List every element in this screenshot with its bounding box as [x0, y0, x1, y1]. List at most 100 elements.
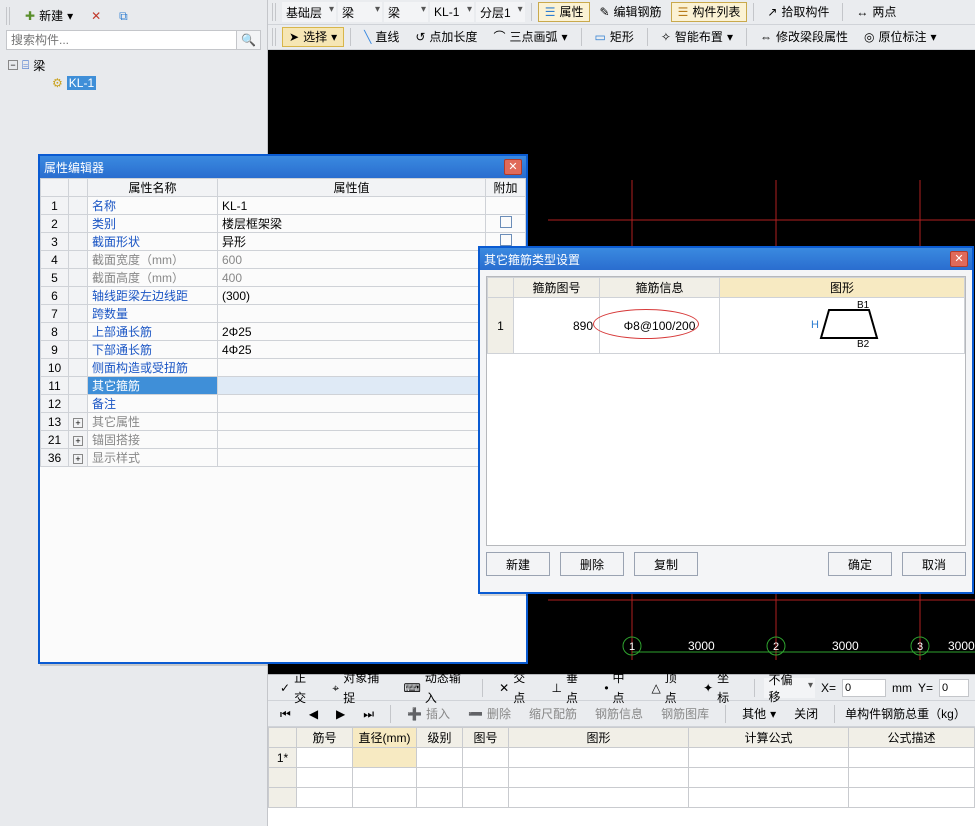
- sheet-row[interactable]: [269, 788, 975, 808]
- other-button[interactable]: 其他 ▾: [736, 704, 782, 724]
- col-formula[interactable]: 计算公式: [689, 728, 849, 748]
- stirrup-row[interactable]: 1 890 Φ8@100/200 H B1 B2: [488, 298, 965, 354]
- col-stirrup-shape[interactable]: 图形: [720, 278, 965, 298]
- rebar-lib-button[interactable]: 钢筋图库: [655, 704, 715, 724]
- member-combo[interactable]: KL-1: [430, 2, 474, 22]
- prop-value[interactable]: 2Φ25: [218, 323, 486, 341]
- two-point-button[interactable]: ↔两点: [849, 2, 903, 22]
- tree-expander[interactable]: −: [8, 60, 18, 70]
- prop-value[interactable]: [218, 359, 486, 377]
- prop-value[interactable]: KL-1: [218, 197, 486, 215]
- layer-combo[interactable]: 分层1: [476, 2, 525, 22]
- intersection-snap[interactable]: ✕交点: [493, 678, 539, 698]
- prop-value[interactable]: [218, 449, 486, 467]
- offset-combo[interactable]: 不偏移: [764, 678, 815, 698]
- nav-first[interactable]: ⏮: [274, 704, 297, 724]
- tree-root-label[interactable]: 梁: [33, 57, 45, 74]
- close-icon[interactable]: ✕: [950, 251, 968, 267]
- pick-member-button[interactable]: ↗拾取构件: [760, 2, 836, 22]
- prop-value[interactable]: 600: [218, 251, 486, 269]
- prop-value[interactable]: 异形: [218, 233, 486, 251]
- rebar-info-button[interactable]: 钢筋信息: [589, 704, 649, 724]
- y-input[interactable]: [939, 679, 969, 697]
- search-input[interactable]: [6, 30, 237, 50]
- dynamic-input-toggle[interactable]: ⌨动态输入: [398, 678, 473, 698]
- prop-value[interactable]: [218, 305, 486, 323]
- prop-row[interactable]: 21+锚固搭接: [41, 431, 526, 449]
- smart-layout-tool[interactable]: ✧智能布置 ▾: [654, 27, 740, 47]
- prop-row[interactable]: 7跨数量: [41, 305, 526, 323]
- category2-combo[interactable]: 梁: [384, 2, 428, 22]
- prop-row[interactable]: 9下部通长筋4Φ25: [41, 341, 526, 359]
- prop-row[interactable]: 4截面宽度（mm）600: [41, 251, 526, 269]
- prop-value[interactable]: [218, 413, 486, 431]
- tree-item-kl1[interactable]: KL-1: [67, 76, 96, 90]
- close-icon[interactable]: ✕: [504, 159, 522, 175]
- prop-value[interactable]: [218, 395, 486, 413]
- property-table[interactable]: 属性名称 属性值 附加 1名称KL-12类别楼层框架梁3截面形状异形4截面宽度（…: [40, 178, 526, 467]
- prop-row[interactable]: 1名称KL-1: [41, 197, 526, 215]
- prop-row[interactable]: 5截面高度（mm）400: [41, 269, 526, 287]
- delete-row-button[interactable]: ➖删除: [462, 704, 517, 724]
- property-editor-titlebar[interactable]: 属性编辑器 ✕: [40, 156, 526, 178]
- prop-row[interactable]: 2类别楼层框架梁: [41, 215, 526, 233]
- edit-span-button[interactable]: ⇔修改梁段属性: [753, 27, 855, 47]
- prop-row[interactable]: 6轴线距梁左边线距(300): [41, 287, 526, 305]
- sheet-row[interactable]: 1*: [269, 748, 975, 768]
- member-list-button[interactable]: ☰构件列表: [671, 2, 748, 22]
- prop-value[interactable]: [218, 431, 486, 449]
- col-grade[interactable]: 级别: [417, 728, 463, 748]
- prop-row[interactable]: 36+显示样式: [41, 449, 526, 467]
- properties-button[interactable]: ☰属性: [538, 2, 591, 22]
- x-input[interactable]: [842, 679, 886, 697]
- delete-button[interactable]: 删除: [560, 552, 624, 576]
- nav-next[interactable]: ▶: [330, 704, 351, 724]
- new-button[interactable]: 新建: [486, 552, 550, 576]
- prop-row[interactable]: 13+其它属性: [41, 413, 526, 431]
- floor-combo[interactable]: 基础层: [282, 2, 336, 22]
- origin-label-button[interactable]: ◎原位标注 ▾: [857, 27, 944, 47]
- expander-cell[interactable]: +: [69, 431, 88, 449]
- prop-row[interactable]: 3截面形状异形: [41, 233, 526, 251]
- prop-value[interactable]: [218, 377, 486, 395]
- expander-cell[interactable]: +: [69, 449, 88, 467]
- category1-combo[interactable]: 梁: [338, 2, 382, 22]
- copy-member-button[interactable]: ⧉: [112, 6, 135, 26]
- prop-value[interactable]: (300): [218, 287, 486, 305]
- stirrup-id-cell[interactable]: 890: [514, 298, 600, 354]
- orthogonal-toggle[interactable]: ✓正交: [274, 678, 320, 698]
- col-shapeid[interactable]: 图号: [463, 728, 509, 748]
- delete-member-button[interactable]: ✕: [84, 6, 108, 26]
- insert-row-button[interactable]: ➕插入: [401, 704, 456, 724]
- copy-button[interactable]: 复制: [634, 552, 698, 576]
- prop-row[interactable]: 10侧面构造或受扭筋: [41, 359, 526, 377]
- search-button[interactable]: 🔍: [237, 30, 261, 50]
- line-tool[interactable]: ╲直线: [357, 27, 406, 47]
- arc-length-tool[interactable]: ↺点加长度: [408, 27, 484, 47]
- col-num[interactable]: 筋号: [297, 728, 353, 748]
- prop-add[interactable]: [486, 215, 526, 233]
- col-diameter[interactable]: 直径(mm): [353, 728, 417, 748]
- stirrup-titlebar[interactable]: 其它箍筋类型设置 ✕: [480, 248, 972, 270]
- scale-rebar-button[interactable]: 缩尺配筋: [523, 704, 583, 724]
- sheet-row[interactable]: [269, 768, 975, 788]
- prop-row[interactable]: 12备注: [41, 395, 526, 413]
- perpendicular-snap[interactable]: ⊥垂点: [546, 678, 593, 698]
- close-button[interactable]: 关闭: [788, 704, 824, 724]
- cancel-button[interactable]: 取消: [902, 552, 966, 576]
- nav-prev[interactable]: ◀: [303, 704, 324, 724]
- three-point-arc-tool[interactable]: ⌒三点画弧 ▾: [486, 27, 574, 47]
- col-stirrup-info[interactable]: 箍筋信息: [600, 278, 720, 298]
- rect-tool[interactable]: ▭矩形: [588, 27, 641, 47]
- edit-rebar-button[interactable]: ✎编辑钢筋: [592, 2, 668, 22]
- prop-row[interactable]: 8上部通长筋2Φ25: [41, 323, 526, 341]
- stirrup-table[interactable]: 箍筋图号 箍筋信息 图形 1 890 Φ8@100/200 H B1 B2: [487, 277, 965, 354]
- coord-snap[interactable]: ✦坐标: [697, 678, 743, 698]
- midpoint-snap[interactable]: •中点: [598, 678, 639, 698]
- col-formula-desc[interactable]: 公式描述: [849, 728, 975, 748]
- nav-last[interactable]: ⏭: [357, 704, 380, 724]
- ok-button[interactable]: 确定: [828, 552, 892, 576]
- object-snap-toggle[interactable]: ⌖对象捕捉: [326, 678, 391, 698]
- new-member-button[interactable]: ✚新建 ▾: [18, 6, 80, 26]
- prop-value[interactable]: 楼层框架梁: [218, 215, 486, 233]
